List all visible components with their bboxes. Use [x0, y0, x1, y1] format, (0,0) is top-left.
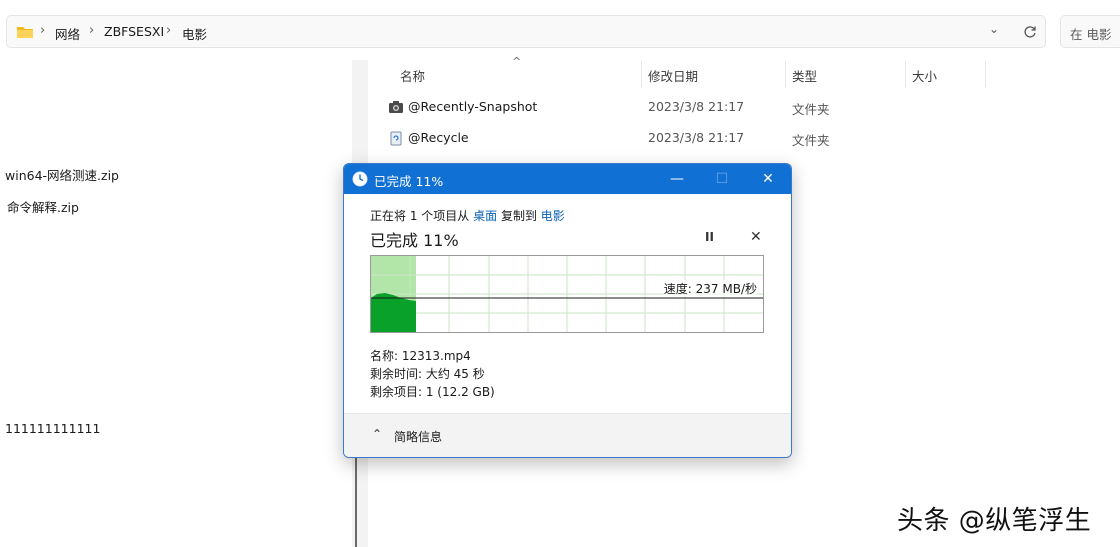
- folder-icon: [17, 27, 33, 38]
- left-file-item[interactable]: win64-网络测速.zip: [5, 165, 119, 184]
- left-file-panel: win64-网络测速.zip 命令解释.zip 111111111111: [0, 60, 352, 547]
- camera-icon: [389, 101, 403, 113]
- copy-description: 正在将 1 个项目从 桌面 复制到 电影: [370, 207, 565, 224]
- chevron-up-icon[interactable]: ⌃: [372, 427, 382, 441]
- file-row[interactable]: @Recently-Snapshot 2023/3/8 21:17 文件夹: [368, 92, 1120, 123]
- file-row[interactable]: @Recycle 2023/3/8 21:17 文件夹: [368, 123, 1120, 154]
- chevron-right-icon: ›: [40, 23, 46, 38]
- maximize-button[interactable]: ☐: [699, 164, 745, 194]
- left-file-item[interactable]: 命令解释.zip: [7, 197, 79, 216]
- left-file-item[interactable]: 111111111111: [5, 421, 100, 436]
- column-separator[interactable]: [985, 61, 986, 87]
- close-button[interactable]: ✕: [745, 164, 791, 194]
- breadcrumb-movies[interactable]: 电影: [182, 24, 207, 43]
- clock-icon: [352, 171, 368, 187]
- dialog-footer: ⌃ 简略信息: [344, 413, 791, 457]
- search-input[interactable]: 在 电影: [1060, 15, 1120, 48]
- minimize-button[interactable]: —: [654, 164, 700, 194]
- items-remaining-line: 剩余项目: 1 (12.2 GB): [370, 385, 495, 399]
- chevron-right-icon: ›: [166, 23, 172, 38]
- sort-up-icon: ^: [512, 55, 522, 68]
- pause-button[interactable]: II: [705, 230, 714, 244]
- column-date[interactable]: 修改日期: [648, 66, 698, 85]
- breadcrumb-server[interactable]: ZBFSESXI: [104, 24, 164, 39]
- less-details-button[interactable]: 简略信息: [394, 428, 442, 445]
- breadcrumb-network[interactable]: 网络: [55, 24, 80, 43]
- file-date: 2023/3/8 21:17: [648, 130, 745, 145]
- source-link[interactable]: 桌面: [473, 209, 497, 223]
- cancel-button[interactable]: ✕: [750, 229, 762, 245]
- speed-label: 速度: 237 MB/秒: [663, 280, 757, 297]
- file-name: @Recycle: [408, 130, 469, 145]
- recycle-icon: [390, 131, 402, 146]
- chevron-right-icon: ›: [89, 23, 95, 38]
- file-type: 文件夹: [792, 133, 830, 148]
- copy-progress-dialog: 已完成 11% — ☐ ✕ 正在将 1 个项目从 桌面 复制到 电影 已完成 1…: [343, 163, 792, 458]
- column-separator[interactable]: [785, 61, 786, 87]
- watermark: 头条 @纵笔浮生: [897, 506, 1092, 536]
- time-remaining-line: 剩余时间: 大约 45 秒: [370, 367, 485, 381]
- refresh-icon[interactable]: [1023, 25, 1037, 39]
- address-bar[interactable]: › 网络 › ZBFSESXI › 电影 ⌄: [6, 15, 1046, 48]
- dialog-title: 已完成 11%: [374, 174, 444, 189]
- copy-mid: 复制到: [500, 209, 537, 223]
- column-separator[interactable]: [905, 61, 906, 87]
- destination-link[interactable]: 电影: [541, 209, 565, 223]
- file-name: @Recently-Snapshot: [408, 99, 538, 114]
- percent-complete: 已完成 11%: [370, 231, 459, 250]
- file-name-line: 名称: 12313.mp4: [370, 349, 471, 363]
- file-type: 文件夹: [792, 102, 830, 117]
- copy-prefix: 正在将 1 个项目从: [370, 209, 470, 223]
- column-size[interactable]: 大小: [912, 66, 937, 85]
- chevron-down-icon[interactable]: ⌄: [989, 22, 999, 36]
- address-bar-area: › 网络 › ZBFSESXI › 电影 ⌄ 在 电影: [0, 0, 1120, 60]
- dialog-title-bar[interactable]: 已完成 11% — ☐ ✕: [344, 164, 791, 194]
- column-name[interactable]: 名称: [400, 66, 425, 85]
- speed-graph: 速度: 237 MB/秒: [370, 255, 764, 333]
- column-type[interactable]: 类型: [792, 66, 817, 85]
- column-separator[interactable]: [641, 61, 642, 87]
- file-date: 2023/3/8 21:17: [648, 99, 745, 114]
